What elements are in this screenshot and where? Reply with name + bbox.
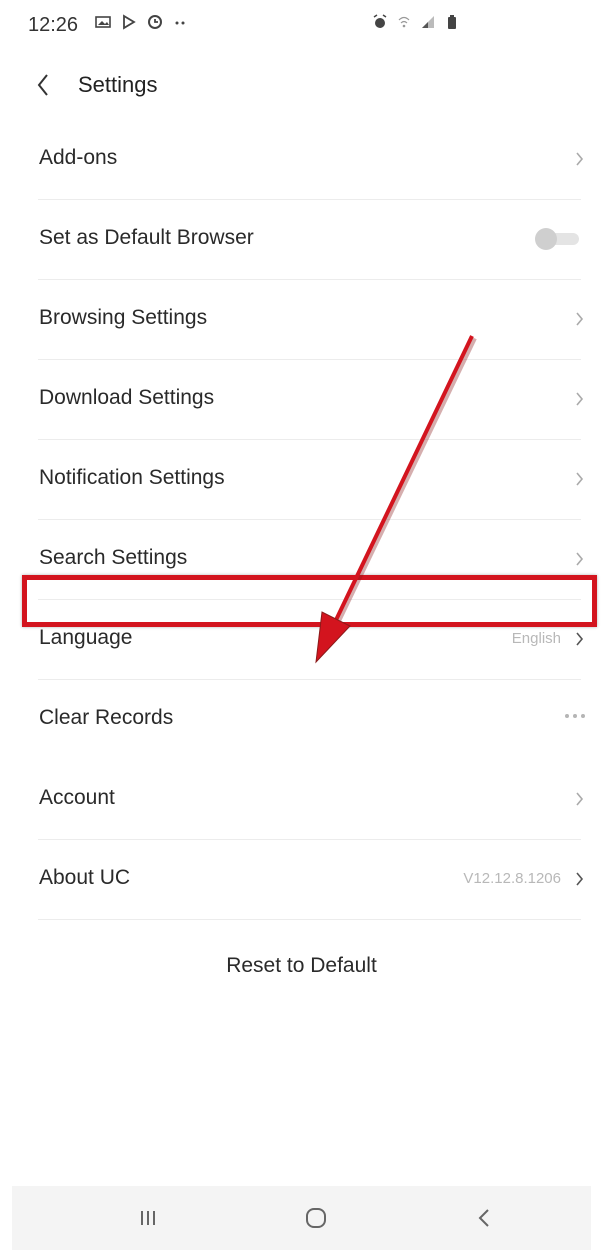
settings-item-language[interactable]: Language English bbox=[0, 600, 603, 680]
header: Settings bbox=[0, 60, 603, 110]
more-notifications-icon bbox=[175, 21, 185, 25]
chevron-right-icon bbox=[576, 472, 584, 486]
settings-item-account[interactable]: Account bbox=[0, 760, 603, 840]
chevron-right-icon bbox=[576, 312, 584, 326]
chevron-right-icon bbox=[576, 632, 584, 646]
default-browser-toggle[interactable] bbox=[535, 228, 581, 250]
version-value: V12.12.8.1206 bbox=[463, 870, 561, 887]
alarm-icon bbox=[373, 14, 387, 28]
back-icon bbox=[478, 1209, 489, 1227]
wifi-calling-icon bbox=[398, 16, 410, 28]
chevron-right-icon bbox=[576, 152, 584, 166]
settings-item-label: Browsing Settings bbox=[39, 306, 208, 329]
chevron-right-icon bbox=[576, 872, 584, 886]
settings-item-label: Set as Default Browser bbox=[39, 226, 254, 249]
play-store-icon bbox=[123, 14, 136, 30]
home-icon bbox=[306, 1208, 326, 1228]
settings-item-download[interactable]: Download Settings bbox=[0, 360, 603, 440]
settings-item-browsing[interactable]: Browsing Settings bbox=[0, 280, 603, 360]
more-icon bbox=[565, 714, 585, 718]
settings-item-default-browser[interactable]: Set as Default Browser bbox=[0, 200, 603, 280]
recent-apps-button[interactable] bbox=[126, 1200, 170, 1236]
chevron-right-icon bbox=[576, 552, 584, 566]
settings-item-label: Notification Settings bbox=[39, 466, 225, 489]
status-left-icons bbox=[95, 14, 189, 30]
recent-apps-icon bbox=[141, 1211, 155, 1225]
sync-icon bbox=[148, 15, 162, 29]
system-nav-bar bbox=[12, 1186, 591, 1250]
divider bbox=[38, 919, 581, 920]
settings-item-label: Clear Records bbox=[39, 706, 174, 729]
chevron-left-icon bbox=[37, 74, 48, 96]
settings-item-label: Download Settings bbox=[39, 386, 215, 409]
settings-item-search[interactable]: Search Settings bbox=[0, 520, 603, 600]
settings-item-label: About UC bbox=[39, 866, 131, 889]
status-time: 12:26 bbox=[28, 14, 79, 36]
settings-item-label: Search Settings bbox=[39, 546, 188, 569]
language-value: English bbox=[511, 630, 561, 647]
nav-back-button[interactable] bbox=[462, 1200, 506, 1236]
settings-item-about[interactable]: About UC V12.12.8.1206 bbox=[0, 840, 603, 920]
chevron-right-icon bbox=[576, 392, 584, 406]
settings-item-label: Account bbox=[39, 786, 115, 809]
back-button[interactable] bbox=[26, 68, 60, 102]
settings-item-label: Language bbox=[39, 626, 133, 649]
settings-item-notification[interactable]: Notification Settings bbox=[0, 440, 603, 520]
signal-icon bbox=[422, 16, 434, 28]
settings-item-add-ons[interactable]: Add-ons bbox=[0, 120, 603, 200]
settings-screen: 12:26 Settings Add-ons Set as Default Br… bbox=[0, 0, 603, 1250]
page-title: Settings bbox=[78, 72, 158, 97]
reset-to-default-button[interactable]: Reset to Default bbox=[0, 945, 603, 987]
settings-item-clear-records[interactable]: Clear Records bbox=[0, 680, 603, 760]
home-button[interactable] bbox=[294, 1200, 338, 1236]
gallery-icon bbox=[95, 16, 111, 28]
settings-list: Add-ons Set as Default Browser Browsing … bbox=[0, 120, 603, 920]
toggle-knob bbox=[535, 228, 557, 250]
status-right-icons bbox=[372, 14, 460, 30]
status-bar: 12:26 bbox=[0, 0, 603, 50]
battery-icon bbox=[448, 15, 456, 29]
chevron-right-icon bbox=[576, 792, 584, 806]
settings-item-label: Add-ons bbox=[39, 146, 118, 169]
